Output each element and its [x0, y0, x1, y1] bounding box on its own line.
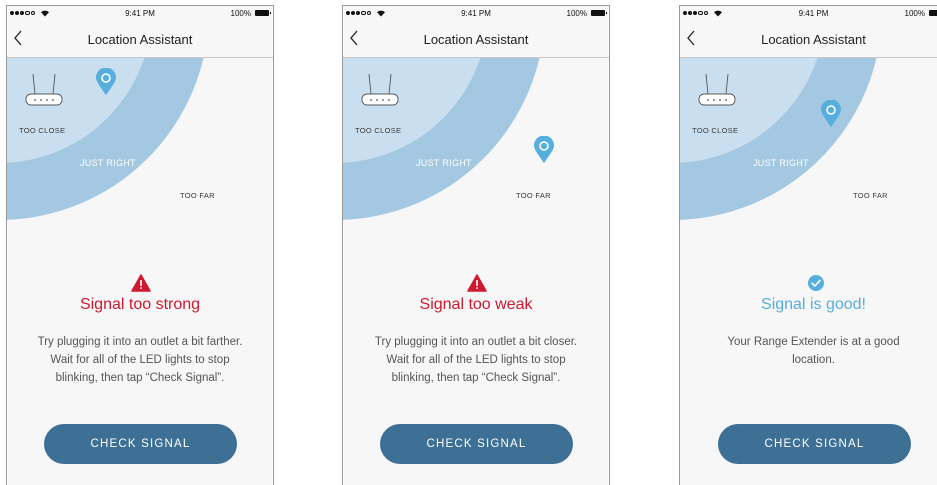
- location-pin-icon: [821, 100, 841, 127]
- battery-percent: 100%: [904, 9, 925, 18]
- check-signal-button[interactable]: CHECK SIGNAL: [44, 424, 237, 464]
- status-time: 9:41 PM: [798, 9, 829, 18]
- zone-label-just-right: JUST RIGHT: [416, 158, 472, 168]
- page-title: Location Assistant: [87, 32, 193, 47]
- nav-bar: Location Assistant: [7, 21, 273, 57]
- zone-label-just-right: JUST RIGHT: [753, 158, 809, 168]
- status-bar: 9:41 PM 100%: [7, 6, 273, 21]
- zone-label-too-far: TOO FAR: [853, 191, 888, 200]
- status-title: Signal too strong: [79, 296, 201, 313]
- status-message: Try plugging it into an outlet a bit clo…: [374, 336, 578, 384]
- page-title: Location Assistant: [761, 32, 866, 47]
- phone-screen-too-weak: 9:41 PM 100% Location Assistant TOO CLOS…: [342, 5, 610, 485]
- page-title: Location Assistant: [423, 32, 529, 47]
- signal-zone-map: TOO CLOSE JUST RIGHT TOO FAR: [343, 58, 609, 238]
- status-bar: 9:41 PM 100%: [680, 6, 937, 21]
- battery-percent: 100%: [230, 9, 251, 18]
- signal-zone-map: TOO CLOSE JUST RIGHT TOO FAR: [680, 58, 937, 238]
- battery-icon: [591, 10, 607, 16]
- check-signal-button[interactable]: CHECK SIGNAL: [380, 424, 573, 464]
- nav-bar: Location Assistant: [680, 21, 937, 57]
- router-icon: [25, 73, 63, 106]
- warning-icon: [467, 274, 487, 292]
- status-message: Your Range Extender is at a good locatio…: [727, 336, 900, 366]
- zone-label-too-far: TOO FAR: [516, 191, 551, 200]
- zone-label-too-close: TOO CLOSE: [19, 126, 66, 135]
- phone-screen-good: 9:41 PM 100% Location Assistant TOO CLOS…: [679, 5, 937, 485]
- status-message: Try plugging it into an outlet a bit far…: [37, 336, 243, 384]
- zone-label-too-close: TOO CLOSE: [692, 126, 739, 135]
- check-circle-icon: [808, 275, 824, 291]
- zone-label-just-right: JUST RIGHT: [80, 158, 136, 168]
- location-pin-icon: [96, 68, 116, 95]
- signal-zone-map: TOO CLOSE JUST RIGHT TOO FAR: [7, 58, 273, 238]
- warning-icon: [131, 274, 151, 292]
- check-signal-button[interactable]: CHECK SIGNAL: [718, 424, 911, 464]
- router-icon: [361, 73, 399, 106]
- router-icon: [698, 73, 736, 106]
- battery-icon: [255, 10, 271, 16]
- location-pin-icon: [534, 136, 554, 163]
- battery-icon: [929, 10, 937, 16]
- phone-screen-too-strong: 9:41 PM 100% Location Assistant TOO CLOS…: [6, 5, 274, 485]
- zone-label-too-close: TOO CLOSE: [355, 126, 402, 135]
- status-title: Signal is good!: [761, 296, 866, 313]
- battery-percent: 100%: [566, 9, 587, 18]
- status-bar: 9:41 PM 100%: [343, 6, 609, 21]
- status-title: Signal too weak: [419, 296, 533, 313]
- nav-bar: Location Assistant: [343, 21, 609, 57]
- zone-label-too-far: TOO FAR: [180, 191, 215, 200]
